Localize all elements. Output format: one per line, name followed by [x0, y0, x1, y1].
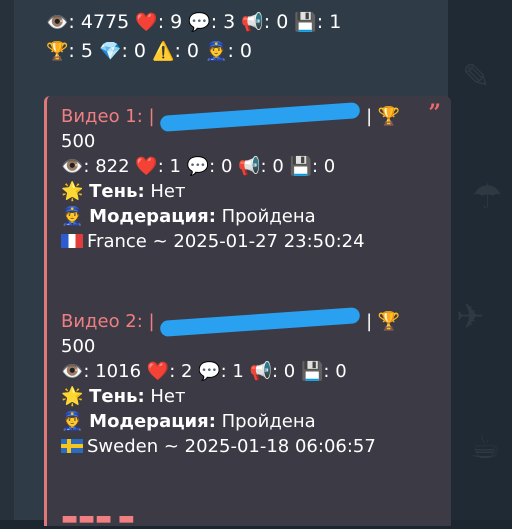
totals-row-1: 👁️: 4775 ❤️: 9 💬: 3 📢: 0 💾: 1 — [46, 11, 342, 33]
video-shares: 0 — [283, 361, 296, 382]
megaphone-icon: 📢 — [241, 12, 264, 33]
video-score: 500 — [61, 336, 96, 357]
location-row: Sweden ~ 2025-01-18 06:06:57 — [61, 434, 441, 459]
separator: | — [366, 311, 373, 332]
sweden-flag-icon — [61, 439, 83, 453]
video-comments: 0 — [220, 156, 233, 177]
video-entry: Видео 1: | | 🏆 500 👁️: 822 ❤️: 1 💬: 0 📢:… — [61, 102, 441, 254]
location-row: France ~ 2025-01-27 23:50:24 — [61, 229, 441, 254]
video-entry: Видео 2: | | 🏆 500 👁️: 1016 ❤️: 2 💬: 1 📢… — [61, 307, 441, 459]
france-flag-icon — [61, 234, 83, 248]
doodle-icon: ☂ — [472, 177, 503, 217]
total-likes: 9 — [170, 11, 183, 33]
shadow-row: 🌟 Тень: Нет — [61, 384, 441, 409]
total-comments: 3 — [223, 11, 236, 33]
total-saves: 1 — [329, 11, 342, 33]
police-officer-icon: 👮 — [205, 41, 228, 62]
megaphone-icon: 📢 — [249, 361, 272, 382]
moderation-row: 👮 Модерация: Пройдена — [61, 409, 441, 434]
shadow-value: Нет — [144, 386, 186, 407]
total-warnings: 0 — [186, 40, 199, 62]
doodle-icon: ✈ — [456, 297, 485, 337]
video-views: 1016 — [95, 361, 142, 382]
doodle-icon: ☕ — [470, 427, 501, 467]
trophy-icon: 🏆 — [46, 41, 69, 62]
gem-icon: 💎 — [99, 41, 122, 62]
shadow-label: Тень: — [89, 386, 145, 407]
video-likes: 2 — [180, 361, 193, 382]
eye-icon: 👁️ — [46, 12, 69, 33]
shadow-value: Нет — [144, 181, 186, 202]
shadow-label: Тень: — [89, 181, 145, 202]
video-saves: 0 — [323, 156, 336, 177]
speech-bubble-icon: 💬 — [198, 361, 221, 382]
video-stats-row: 👁️: 822 ❤️: 1 💬: 0 📢: 0 💾: 0 — [61, 156, 336, 177]
megaphone-icon: 📢 — [238, 156, 261, 177]
speech-bubble-icon: 💬 — [188, 12, 211, 33]
video-likes: 1 — [169, 156, 181, 177]
heart-icon: ❤️ — [135, 12, 158, 33]
trophy-icon: 🏆 — [377, 106, 401, 127]
police-officer-icon: 👮 — [61, 206, 84, 227]
heart-icon: ❤️ — [146, 361, 170, 382]
totals-block: 👁️: 4775 ❤️: 9 💬: 3 📢: 0 💾: 1 🏆: 5 💎: 0 … — [46, 8, 341, 66]
warning-icon: ⚠️ — [152, 41, 175, 62]
video-location: Sweden ~ 2025-01-18 06:06:57 — [87, 436, 376, 457]
trophy-icon: 🏆 — [377, 311, 401, 332]
moderation-value: Пройдена — [215, 206, 316, 227]
total-views: 4775 — [80, 11, 130, 33]
star-icon: 🌟 — [61, 181, 84, 202]
chat-background-right: ✎ ☂ ✈ ☕ — [448, 0, 512, 520]
moderation-value: Пройдена — [215, 411, 316, 432]
shadow-row: 🌟 Тень: Нет — [61, 179, 441, 204]
totals-row-2: 🏆: 5 💎: 0 ⚠️: 0 👮: 0 — [46, 40, 253, 62]
quote-block[interactable]: ” Видео 1: | | 🏆 500 👁️: 822 ❤️: 1 💬: 0 … — [44, 96, 451, 529]
eye-icon: 👁️ — [61, 156, 84, 177]
video-shares: 0 — [272, 156, 284, 177]
moderation-label: Модерация: — [89, 206, 216, 227]
doodle-icon: ✎ — [462, 57, 491, 97]
video-title-row: Видео 2: | | 🏆 — [61, 307, 441, 337]
total-trophies: 5 — [80, 40, 93, 62]
video-title[interactable]: Видео 2: | — [61, 311, 155, 332]
video-comments: 1 — [232, 361, 244, 382]
speech-bubble-icon: 💬 — [186, 156, 210, 177]
video-title-row: Видео 1: | | 🏆 — [61, 102, 441, 132]
floppy-disk-icon: 💾 — [300, 361, 324, 382]
moderation-row: 👮 Модерация: Пройдена — [61, 204, 441, 229]
video-stats-row: 👁️: 1016 ❤️: 2 💬: 1 📢: 0 💾: 0 — [61, 361, 347, 382]
floppy-disk-icon: 💾 — [289, 156, 312, 177]
total-gems: 0 — [133, 40, 146, 62]
next-video-partial: ▬▬▬ ▬ — [61, 508, 135, 529]
heart-icon: ❤️ — [135, 156, 158, 177]
eye-icon: 👁️ — [61, 361, 84, 382]
separator: | — [366, 106, 373, 127]
police-officer-icon: 👮 — [61, 411, 84, 432]
video-location: France ~ 2025-01-27 23:50:24 — [87, 231, 365, 252]
message-bubble[interactable]: 👁️: 4775 ❤️: 9 💬: 3 📢: 0 💾: 1 🏆: 5 💎: 0 … — [14, 0, 451, 529]
chat-background-left — [0, 0, 14, 520]
total-moderators: 0 — [239, 40, 253, 62]
video-saves: 0 — [335, 361, 347, 382]
redaction-mark — [160, 307, 361, 337]
star-icon: 🌟 — [61, 386, 84, 407]
redaction-mark — [160, 102, 361, 132]
total-shares: 0 — [276, 11, 289, 33]
video-title[interactable]: Видео 1: | — [61, 106, 155, 127]
video-score: 500 — [61, 131, 96, 152]
video-views: 822 — [95, 156, 130, 177]
moderation-label: Модерация: — [89, 411, 216, 432]
floppy-disk-icon: 💾 — [294, 12, 317, 33]
